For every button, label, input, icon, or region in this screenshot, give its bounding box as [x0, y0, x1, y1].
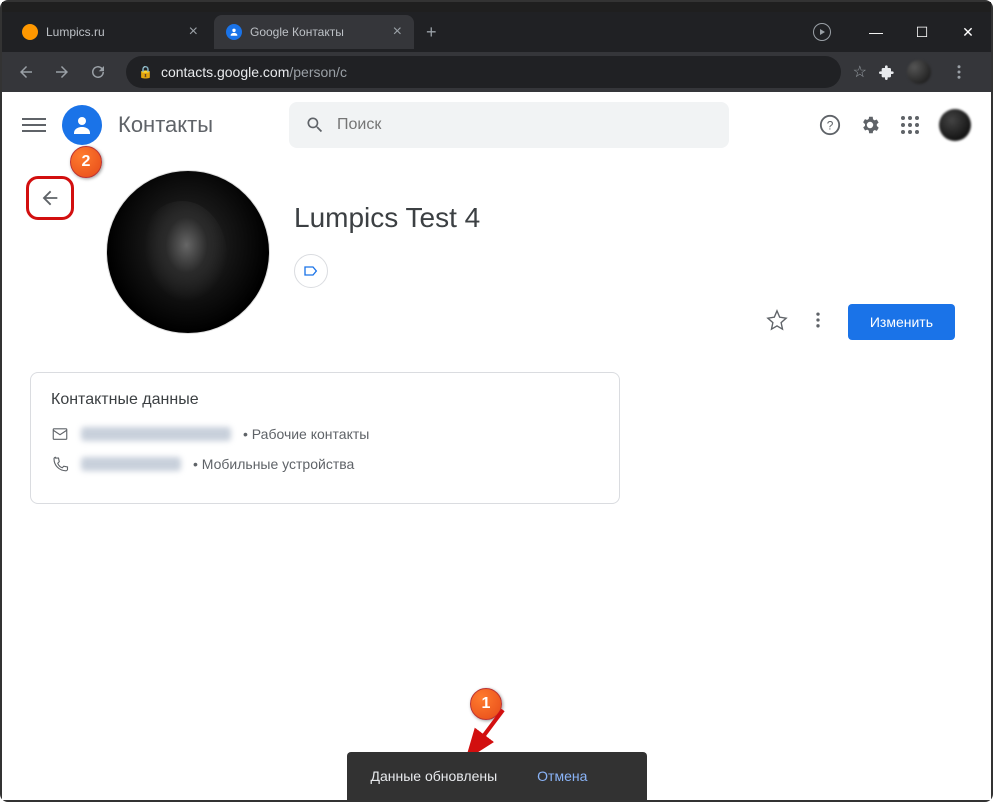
url-text: contacts.google.com/person/c — [161, 64, 347, 80]
contact-photo[interactable] — [106, 170, 270, 334]
close-icon[interactable]: × — [393, 23, 402, 41]
nav-forward-button[interactable] — [46, 56, 78, 88]
toast-snackbar: Данные обновлены Отмена — [347, 752, 647, 800]
settings-gear-icon[interactable] — [859, 114, 881, 136]
url-bar[interactable]: 🔒 contacts.google.com/person/c — [126, 56, 841, 88]
address-bar-row: 🔒 contacts.google.com/person/c ☆ — [2, 52, 991, 92]
browser-tabbar: Lumpics.ru × Google Контакты × + — ☐ ✕ — [2, 12, 991, 52]
account-avatar[interactable] — [939, 109, 971, 141]
browser-menu-button[interactable] — [943, 56, 975, 88]
new-tab-button[interactable]: + — [426, 22, 437, 43]
favicon-contacts — [226, 24, 242, 40]
email-value-redacted — [81, 427, 231, 441]
search-icon — [305, 115, 325, 135]
back-button[interactable] — [26, 176, 74, 220]
browser-tab-lumpics[interactable]: Lumpics.ru × — [10, 15, 210, 49]
page-content: Контакты ? 2 Lumpics Test 4 — [2, 92, 991, 800]
add-label-button[interactable] — [294, 254, 328, 288]
svg-text:?: ? — [827, 119, 834, 133]
media-indicator-icon[interactable] — [813, 23, 831, 41]
search-input[interactable] — [337, 116, 713, 134]
window-controls: — ☐ ✕ — [853, 12, 991, 52]
search-box[interactable] — [289, 102, 729, 148]
phone-icon — [51, 455, 69, 473]
help-icon[interactable]: ? — [819, 114, 841, 136]
favicon-lumpics — [22, 24, 38, 40]
lock-icon: 🔒 — [138, 65, 153, 79]
maximize-button[interactable]: ☐ — [899, 17, 945, 47]
contact-name: Lumpics Test 4 — [294, 202, 480, 234]
annotation-marker-2: 2 — [70, 146, 102, 178]
email-icon — [51, 425, 69, 443]
hamburger-menu-icon[interactable] — [22, 114, 46, 136]
close-icon[interactable]: × — [189, 23, 198, 41]
window-titlebar — [2, 2, 991, 12]
contact-row-phone: • Мобильные устройства — [51, 455, 599, 473]
apps-grid-icon[interactable] — [899, 114, 921, 136]
toast-message: Данные обновлены — [371, 768, 498, 784]
contacts-logo — [62, 105, 102, 145]
contact-details-card: Контактные данные • Рабочие контакты • М… — [30, 372, 620, 504]
close-window-button[interactable]: ✕ — [945, 17, 991, 47]
browser-tab-contacts[interactable]: Google Контакты × — [214, 15, 414, 49]
contact-detail-main: 2 Lumpics Test 4 Изменить Контактные дан… — [2, 158, 991, 508]
tab-title: Lumpics.ru — [46, 25, 105, 39]
phone-value-redacted — [81, 457, 181, 471]
tab-title: Google Контакты — [250, 25, 344, 39]
contact-row-email: • Рабочие контакты — [51, 425, 599, 443]
nav-back-button[interactable] — [10, 56, 42, 88]
reload-button[interactable] — [82, 56, 114, 88]
phone-label: • Мобильные устройства — [193, 456, 354, 472]
card-title: Контактные данные — [51, 391, 599, 409]
bookmark-star-icon[interactable]: ☆ — [853, 62, 867, 82]
email-label: • Рабочие контакты — [243, 426, 369, 442]
annotation-marker-1: 1 — [470, 688, 502, 720]
toast-undo-button[interactable]: Отмена — [537, 768, 587, 784]
extensions-icon[interactable] — [879, 64, 895, 80]
browser-profile-avatar[interactable] — [907, 60, 931, 84]
minimize-button[interactable]: — — [853, 17, 899, 47]
app-title: Контакты — [118, 112, 213, 138]
app-header: Контакты ? — [2, 92, 991, 158]
